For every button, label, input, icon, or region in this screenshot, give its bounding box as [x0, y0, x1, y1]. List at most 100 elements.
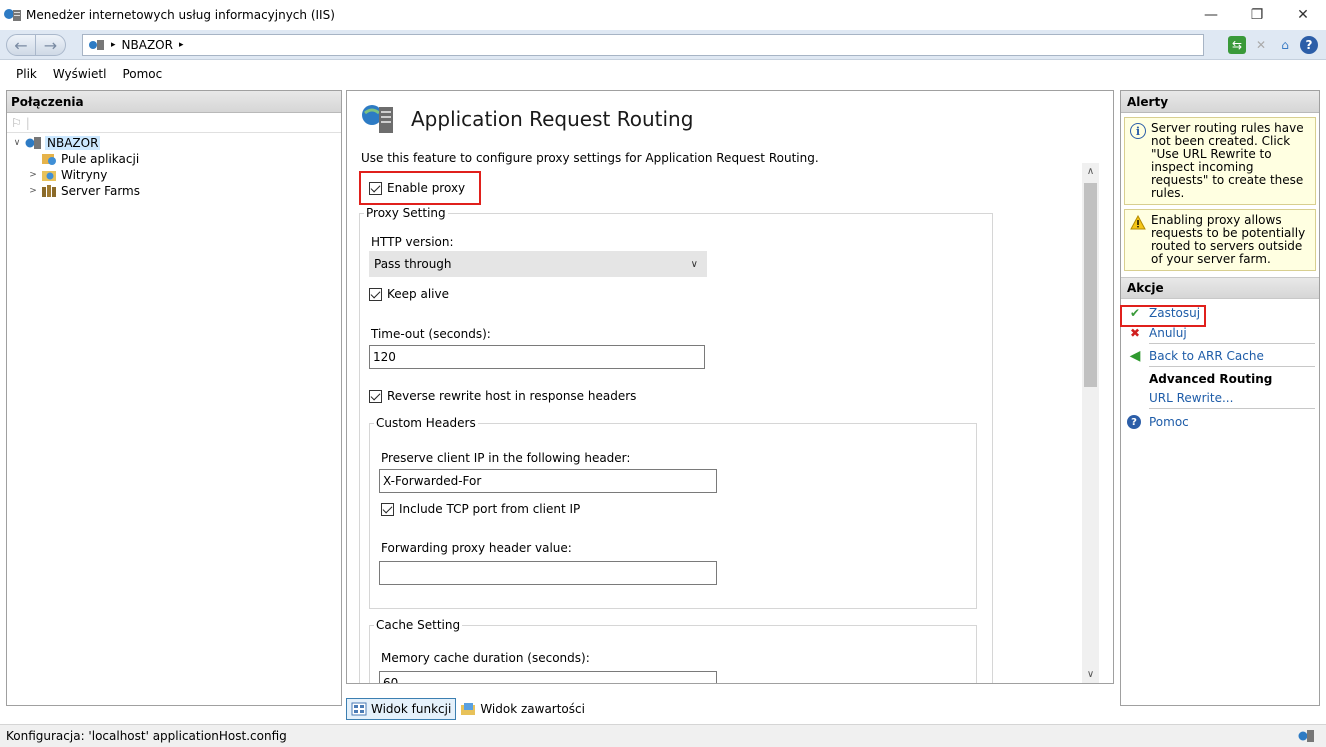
- tree-label: NBAZOR: [45, 136, 101, 150]
- divider: [1149, 408, 1315, 409]
- help-action[interactable]: ? Pomoc: [1121, 412, 1319, 432]
- warning-icon: [1130, 215, 1146, 230]
- tab-content-view[interactable]: Widok zawartości: [456, 698, 589, 720]
- content-view-icon: [461, 703, 476, 715]
- tab-label: Widok zawartości: [480, 702, 585, 716]
- back-label[interactable]: Back to ARR Cache: [1149, 349, 1264, 363]
- window-titlebar: Menedżer internetowych usług informacyjn…: [0, 0, 1326, 30]
- custom-headers-legend: Custom Headers: [374, 416, 478, 430]
- url-rewrite-action[interactable]: URL Rewrite...: [1121, 388, 1319, 408]
- feature-title: Application Request Routing: [411, 107, 694, 131]
- alert-warning: Enabling proxy allows requests to be pot…: [1124, 209, 1316, 271]
- alert-text: Server routing rules have not been creat…: [1151, 121, 1304, 200]
- chevron-down-icon[interactable]: ∨: [11, 138, 23, 148]
- help-label[interactable]: Pomoc: [1149, 415, 1189, 429]
- preserve-ip-value: X-Forwarded-For: [383, 474, 482, 488]
- menu-file[interactable]: Plik: [8, 67, 45, 81]
- cache-setting-legend: Cache Setting: [374, 618, 463, 632]
- reverse-rewrite-checkbox[interactable]: Reverse rewrite host in response headers: [369, 389, 636, 403]
- reverse-rewrite-label: Reverse rewrite host in response headers: [387, 389, 637, 403]
- tree-label: Witryny: [61, 168, 108, 182]
- scrollbar-thumb[interactable]: [1084, 183, 1097, 387]
- address-toolbar: ⇆ ✕ ⌂ ?: [1228, 36, 1318, 54]
- scroll-up-icon[interactable]: ∧: [1082, 163, 1099, 180]
- feature-scrollbar[interactable]: ∧ ∨: [1082, 163, 1099, 683]
- features-view-icon: [351, 702, 367, 716]
- http-version-value: Pass through: [374, 257, 452, 271]
- tab-label: Widok funkcji: [371, 702, 452, 716]
- path-segment-nbazor[interactable]: NBAZOR: [122, 38, 173, 52]
- iis-app-icon: [4, 9, 21, 21]
- enable-proxy-checkbox[interactable]: Enable proxy: [359, 171, 481, 205]
- chevron-right-icon[interactable]: >: [27, 170, 39, 180]
- alert-info: i Server routing rules have not been cre…: [1124, 117, 1316, 205]
- connections-panel: Połączenia ⚐ | ∨ NBAZOR Pule aplikacji > …: [6, 90, 342, 706]
- checkbox-box[interactable]: [381, 502, 394, 516]
- stop-icon[interactable]: ✕: [1252, 36, 1270, 54]
- include-tcp-port-checkbox[interactable]: Include TCP port from client IP: [381, 502, 580, 516]
- tree-label: Pule aplikacji: [61, 152, 140, 166]
- help-dropdown-icon[interactable]: ?: [1300, 36, 1318, 54]
- window-controls: — ❐ ✕: [1188, 0, 1326, 30]
- arrow-right-icon: →: [43, 35, 58, 55]
- http-version-label: HTTP version:: [371, 235, 454, 249]
- apply-highlight-box: [1120, 305, 1206, 327]
- cancel-label[interactable]: Anuluj: [1149, 326, 1187, 340]
- checkbox-box[interactable]: [369, 287, 382, 301]
- timeout-label: Time-out (seconds):: [371, 327, 491, 341]
- back-button[interactable]: ←: [6, 34, 36, 56]
- actions-header: Akcje: [1121, 277, 1319, 299]
- memory-cache-value: 60: [383, 676, 399, 684]
- timeout-value: 120: [373, 350, 396, 364]
- menu-view[interactable]: Wyświetl: [45, 67, 115, 81]
- arrow-left-icon: ←: [14, 35, 28, 55]
- connect-to-server-icon[interactable]: ⚐: [11, 116, 22, 130]
- address-path[interactable]: ▸ NBAZOR ▸: [82, 34, 1204, 56]
- forwarding-header-input[interactable]: [379, 561, 717, 585]
- back-arrow-icon: ◀: [1129, 348, 1141, 364]
- menu-bar: Plik Wyświetl Pomoc: [0, 61, 1326, 87]
- connections-tree: ∨ NBAZOR Pule aplikacji > Witryny > Serv…: [7, 133, 341, 199]
- restore-button[interactable]: ❐: [1234, 0, 1280, 30]
- arr-feature-icon: [362, 105, 393, 133]
- menu-help[interactable]: Pomoc: [114, 67, 170, 81]
- alert-text: Enabling proxy allows requests to be pot…: [1151, 213, 1306, 266]
- http-version-select[interactable]: Pass through ∨: [369, 251, 707, 277]
- memory-cache-input[interactable]: 60: [379, 671, 717, 684]
- memory-cache-label: Memory cache duration (seconds):: [381, 651, 590, 665]
- keep-alive-checkbox[interactable]: Keep alive: [369, 287, 449, 301]
- scroll-down-icon[interactable]: ∨: [1082, 666, 1099, 683]
- connect-icon[interactable]: ⇆: [1228, 36, 1246, 54]
- feature-panel: Application Request Routing Use this fea…: [346, 90, 1114, 684]
- close-button[interactable]: ✕: [1280, 0, 1326, 30]
- tree-node-server-farms[interactable]: > Server Farms: [11, 183, 341, 199]
- tree-node-server[interactable]: ∨ NBAZOR: [11, 135, 341, 151]
- minimize-button[interactable]: —: [1188, 0, 1234, 30]
- checkbox-box[interactable]: [369, 181, 382, 195]
- cancel-icon: ✖: [1129, 326, 1141, 340]
- sites-folder-icon: [42, 171, 56, 181]
- feature-description: Use this feature to configure proxy sett…: [361, 151, 819, 165]
- preserve-ip-input[interactable]: X-Forwarded-For: [379, 469, 717, 493]
- address-bar: ← → ▸ NBAZOR ▸ ⇆ ✕ ⌂ ?: [0, 30, 1326, 60]
- view-tabs: Widok funkcji Widok zawartości: [346, 698, 589, 720]
- alerts-header: Alerty: [1121, 91, 1319, 113]
- advanced-routing-title: Advanced Routing: [1149, 372, 1273, 386]
- window-title: Menedżer internetowych usług informacyjn…: [26, 8, 335, 22]
- forward-button[interactable]: →: [36, 34, 66, 56]
- chevron-right-icon[interactable]: >: [27, 186, 39, 196]
- timeout-input[interactable]: 120: [369, 345, 705, 369]
- keep-alive-label: Keep alive: [387, 287, 449, 301]
- divider: [1149, 343, 1315, 344]
- help-icon: ?: [1127, 415, 1141, 429]
- tab-features-view[interactable]: Widok funkcji: [346, 698, 457, 720]
- proxy-setting-legend: Proxy Setting: [364, 206, 448, 220]
- back-to-arr-cache-action[interactable]: ◀ Back to ARR Cache: [1121, 346, 1319, 366]
- tree-node-sites[interactable]: > Witryny: [11, 167, 341, 183]
- tree-node-app-pools[interactable]: Pule aplikacji: [11, 151, 341, 167]
- app-pool-icon: [42, 154, 56, 165]
- tree-label: Server Farms: [61, 184, 140, 198]
- home-icon[interactable]: ⌂: [1276, 36, 1294, 54]
- url-rewrite-label[interactable]: URL Rewrite...: [1149, 391, 1233, 405]
- checkbox-box[interactable]: [369, 389, 382, 403]
